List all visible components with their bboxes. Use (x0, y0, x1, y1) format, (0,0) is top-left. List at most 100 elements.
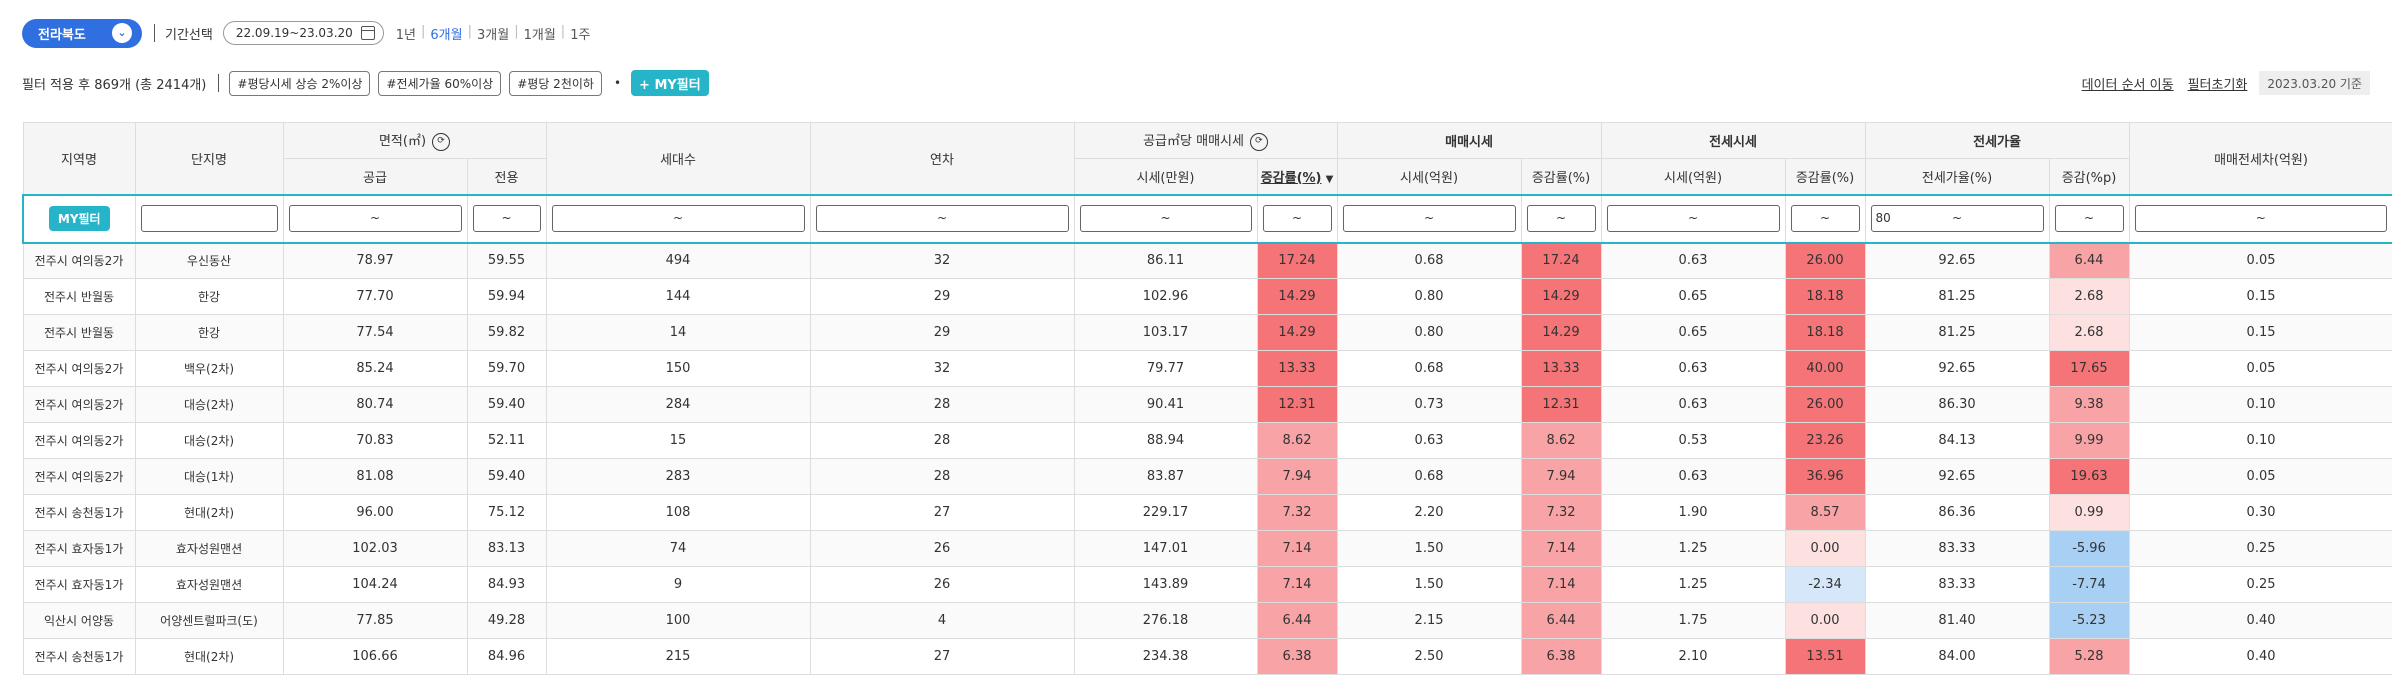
cell-area-private: 75.12 (466, 494, 547, 531)
refresh-icon[interactable]: ⟳ (432, 132, 451, 151)
col-sale-change[interactable]: 증감률(%) (1520, 158, 1602, 195)
cell-gap: 0.40 (2128, 638, 2392, 675)
range-filter-input[interactable]: ~ (1606, 205, 1780, 232)
cell-years: 28 (809, 422, 1075, 459)
range-filter-input[interactable]: ~ (288, 205, 462, 232)
base-date-badge: 2023.03.20 기준 (2259, 71, 2370, 95)
range-filter-input[interactable]: ~ (1079, 205, 1252, 232)
col-complex[interactable]: 단지명 (134, 122, 284, 195)
cell-gap: 0.40 (2128, 602, 2392, 639)
cell-area-supply: 81.08 (282, 458, 468, 495)
range-filter-input[interactable]: ~ (1526, 205, 1596, 232)
col-gap[interactable]: 매매전세차(억원) (2128, 122, 2392, 195)
table-row[interactable]: 전주시 효자동1가 효자성원맨션 104.24 84.93 9 26 143.89 7.14 1… (22, 566, 2392, 603)
filter-chip[interactable]: #전세가율 60%이상 (378, 70, 502, 96)
filter-cell: ~ (2048, 193, 2130, 244)
range-filter-input[interactable]: ~ (1262, 205, 1332, 232)
cell-ratio-change: 9.99 (2048, 422, 2130, 459)
cell-price-per-change: 7.14 (1256, 566, 1338, 603)
filter-chip[interactable]: #평당 2천이하 (509, 70, 602, 96)
range-filter-input[interactable]: ~ (1790, 205, 1860, 232)
cell-ratio-change: 19.63 (2048, 458, 2130, 495)
col-area-private[interactable]: 전용 (466, 158, 547, 195)
period-separator: | (467, 23, 472, 39)
range-filter-input[interactable]: ~ (815, 205, 1069, 232)
table-row[interactable]: 전주시 여의동2가 우신동산 78.97 59.55 494 32 86.11 17.24 0.… (22, 242, 2392, 279)
table-row[interactable]: 익산시 어양동 어양센트럴파크(도) 77.85 49.28 100 4 276.18 6.4… (22, 602, 2392, 639)
cell-gap: 0.05 (2128, 242, 2392, 279)
period-option[interactable]: 3개월 (477, 24, 509, 43)
cell-price-per-value: 88.94 (1073, 422, 1258, 459)
col-households[interactable]: 세대수 (545, 122, 811, 195)
period-separator: | (421, 23, 426, 39)
cell-price-per-change: 7.94 (1256, 458, 1338, 495)
data-table: 지역명 단지명 면적(㎡) ⟳ 세대수 연차 공급㎡당 매매시세 ⟳ 매매시세 전세… (22, 122, 2392, 675)
top-toolbar: 전라북도 ⌄ 기간선택 22.09.19~23.03.20 1년 | 6개월 | 3개월 |… (22, 18, 590, 48)
range-filter-input[interactable]: ~ (2134, 205, 2388, 232)
cell-jeonse-value: 0.65 (1600, 314, 1786, 351)
table-row[interactable]: 전주시 여의동2가 대승(2차) 80.74 59.40 284 28 90.41 12.31… (22, 386, 2392, 423)
cell-sale-value: 2.50 (1336, 638, 1522, 675)
ratio-filter-input[interactable]: 80 ~ (1870, 205, 2044, 232)
cell-region: 전주시 송천동1가 (22, 494, 136, 531)
period-option[interactable]: 1주 (570, 24, 590, 43)
calendar-icon[interactable] (360, 26, 375, 40)
table-row[interactable]: 전주시 여의동2가 대승(1차) 81.08 59.40 283 28 83.87 7.94 0… (22, 458, 2392, 495)
cell-ratio-value: 84.13 (1864, 422, 2050, 459)
filter-cell: ~ (1336, 193, 1522, 244)
table-row[interactable]: 전주시 여의동2가 백우(2차) 85.24 59.70 150 32 79.77 13.33… (22, 350, 2392, 387)
table-row[interactable]: 전주시 효자동1가 효자성원맨션 102.03 83.13 74 26 147.01 7.14… (22, 530, 2392, 567)
filter-chip[interactable]: #평당시세 상승 2%이상 (229, 70, 371, 96)
col-region[interactable]: 지역명 (22, 122, 136, 195)
period-option[interactable]: 1개월 (524, 24, 556, 43)
table-row[interactable]: 전주시 여의동2가 대승(2차) 70.83 52.11 15 28 88.94 8.62 0.… (22, 422, 2392, 459)
range-filter-input[interactable]: ~ (551, 205, 805, 232)
right-tools: 데이터 순서 이동 필터초기화 2023.03.20 기준 (2068, 70, 2370, 96)
region-select[interactable]: 전라북도 ⌄ (22, 18, 142, 48)
refresh-icon[interactable]: ⟳ (1249, 132, 1268, 151)
cell-area-supply: 77.85 (282, 602, 468, 639)
cell-complex: 현대(2차) (134, 638, 284, 675)
range-filter-input[interactable]: ~ (472, 205, 541, 232)
col-price-per-value[interactable]: 시세(만원) (1073, 158, 1258, 195)
col-ratio-value[interactable]: 전세가율(%) (1864, 158, 2050, 195)
filter-row: MY필터 ~ ~ ~ ~ ~ ~ ~ ~ ~ ~ 80 ~ ~ ~ (22, 193, 2392, 244)
complex-filter-input[interactable] (140, 205, 278, 232)
reset-filters-link[interactable]: 필터초기화 (2188, 74, 2248, 93)
col-years[interactable]: 연차 (809, 122, 1075, 195)
table-row[interactable]: 전주시 반월동 한강 77.54 59.82 14 29 103.17 14.29 0.80 14… (22, 314, 2392, 351)
cell-years: 26 (809, 566, 1075, 603)
col-jeonse-value[interactable]: 시세(억원) (1600, 158, 1786, 195)
date-range-picker[interactable]: 22.09.19~23.03.20 (222, 21, 384, 45)
col-ratio-change[interactable]: 증감(%p) (2048, 158, 2130, 195)
cell-price-per-value: 143.89 (1073, 566, 1258, 603)
add-my-filter-button[interactable]: + MY필터 (631, 70, 709, 96)
col-sale-value[interactable]: 시세(억원) (1336, 158, 1522, 195)
cell-price-per-value: 147.01 (1073, 530, 1258, 567)
col-jeonse-change[interactable]: 증감률(%) (1784, 158, 1866, 195)
cell-price-per-value: 276.18 (1073, 602, 1258, 639)
cell-sale-value: 0.73 (1336, 386, 1522, 423)
table-row[interactable]: 전주시 송천동1가 현대(2차) 96.00 75.12 108 27 229.17 7.32… (22, 494, 2392, 531)
cell-households: 14 (545, 314, 811, 351)
cell-complex: 현대(2차) (134, 494, 284, 531)
cell-area-private: 59.40 (466, 386, 547, 423)
range-filter-input[interactable]: ~ (2054, 205, 2124, 232)
cell-complex: 대승(2차) (134, 386, 284, 423)
col-group-sale: 매매시세 (1336, 122, 1602, 159)
period-option[interactable]: 6개월 (430, 24, 462, 43)
cell-jeonse-value: 2.10 (1600, 638, 1786, 675)
cell-region: 전주시 여의동2가 (22, 242, 136, 279)
table-row[interactable]: 전주시 송천동1가 현대(2차) 106.66 84.96 215 27 234.38 6.3… (22, 638, 2392, 675)
filter-cell: ~ (1073, 193, 1258, 244)
move-data-order-link[interactable]: 데이터 순서 이동 (2082, 74, 2174, 93)
period-option[interactable]: 1년 (396, 24, 416, 43)
my-filter-button[interactable]: MY필터 (48, 206, 110, 231)
cell-area-supply: 85.24 (282, 350, 468, 387)
col-area-supply[interactable]: 공급 (282, 158, 468, 195)
cell-sale-change: 7.14 (1520, 566, 1602, 603)
col-price-per-change[interactable]: 증감률(%) ▼ (1256, 158, 1338, 195)
range-filter-input[interactable]: ~ (1342, 205, 1516, 232)
cell-jeonse-change: 0.00 (1784, 530, 1866, 567)
table-row[interactable]: 전주시 반월동 한강 77.70 59.94 144 29 102.96 14.29 0.80 1… (22, 278, 2392, 315)
